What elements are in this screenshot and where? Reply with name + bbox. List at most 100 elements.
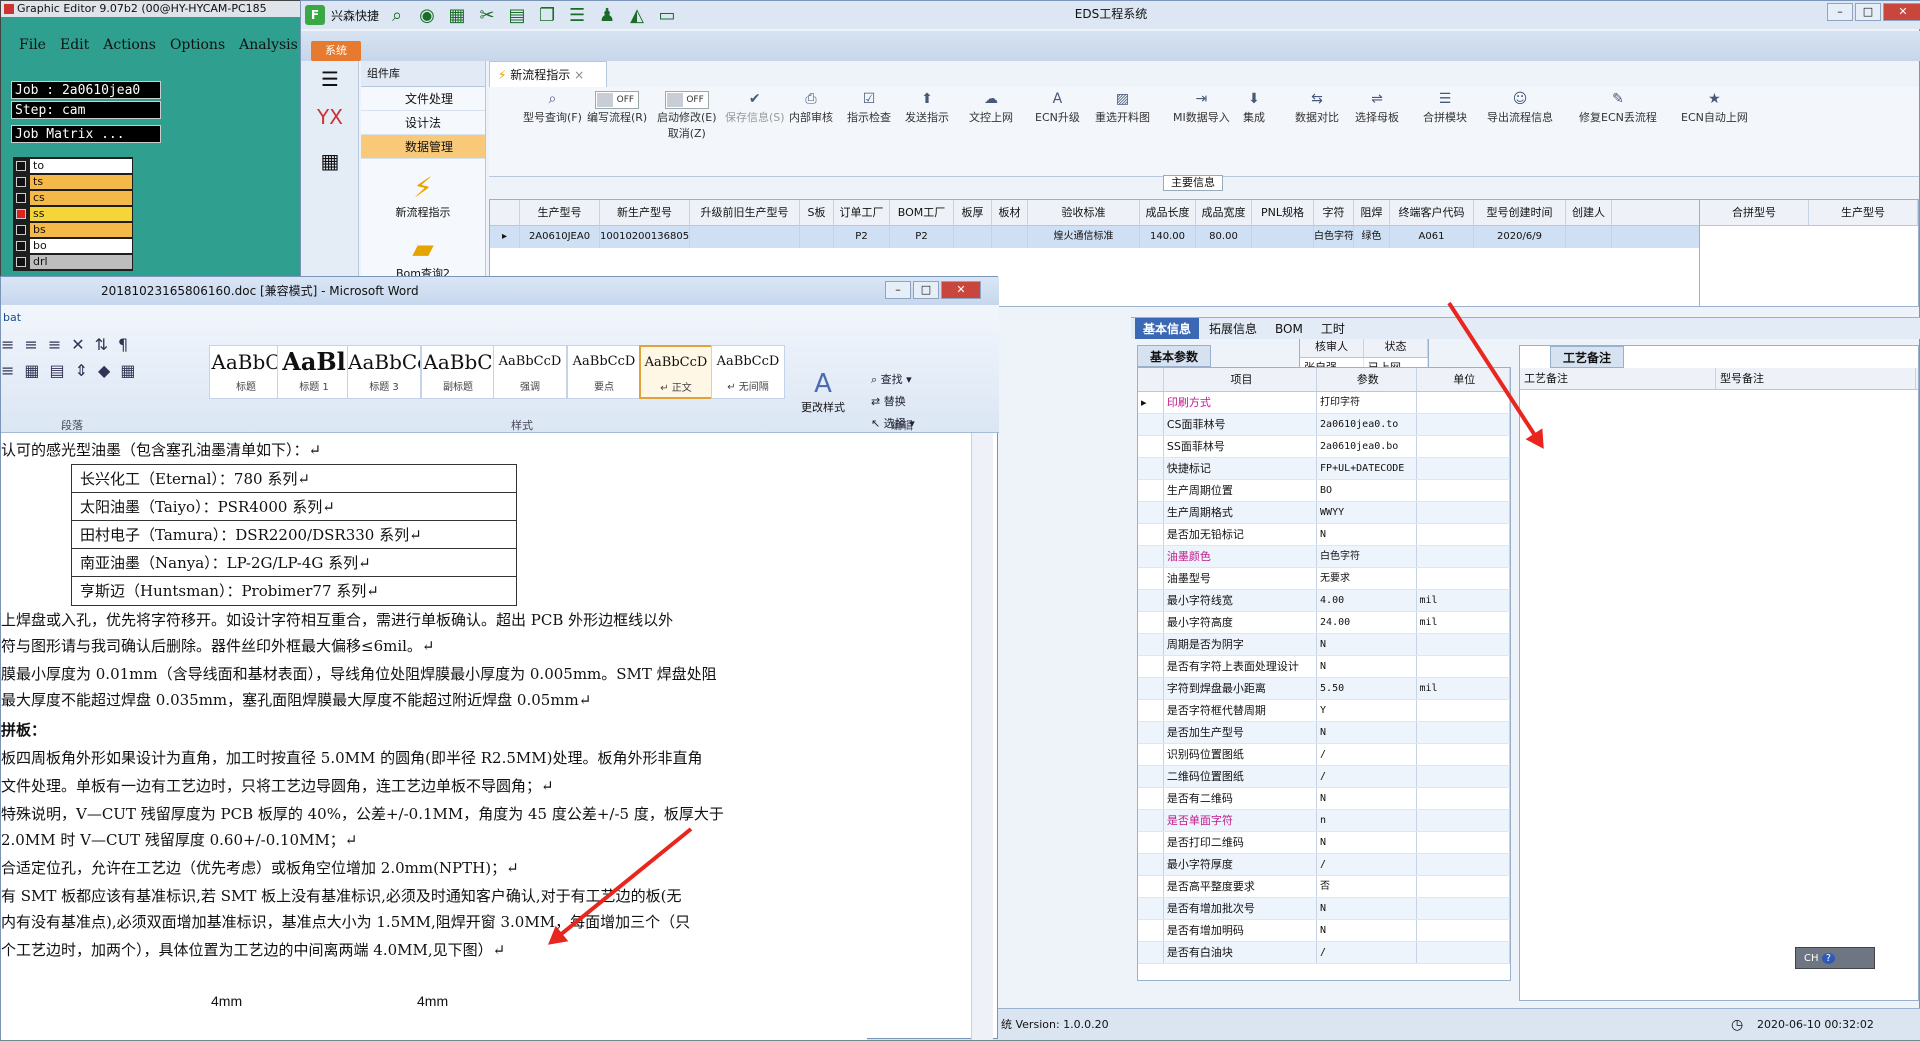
toolbar-button[interactable]: ★ ECN自动上网	[1681, 91, 1748, 125]
row-selector-icon[interactable]: ▸	[490, 226, 520, 248]
toggle-switch[interactable]: OFF	[595, 91, 640, 109]
param-value[interactable]: /	[1317, 766, 1417, 787]
table-row[interactable]: 识别码位置图纸 /	[1138, 744, 1510, 766]
grid-cell[interactable]: A061	[1390, 226, 1474, 248]
list-icon[interactable]: ☰	[565, 4, 589, 26]
tab-basic-params[interactable]: 基本参数	[1137, 345, 1212, 367]
layer-checkbox[interactable]	[16, 177, 26, 187]
table-row[interactable]: 生产周期位置 BO	[1138, 480, 1510, 502]
job-matrix-button[interactable]: Job Matrix ...	[11, 125, 161, 143]
component-item-file[interactable]: 文件处理	[361, 87, 485, 111]
table-row[interactable]: SS面菲林号 2a0610jea0.bo	[1138, 436, 1510, 458]
tab-work-hours[interactable]: 工时	[1313, 318, 1353, 339]
table-row[interactable]: 是否有白油块 /	[1138, 942, 1510, 964]
param-value[interactable]: N	[1317, 524, 1417, 545]
column-header[interactable]: 生产型号	[520, 200, 600, 225]
menu-actions[interactable]: Actions	[103, 37, 156, 53]
column-header[interactable]: S板	[800, 200, 834, 225]
component-item-design[interactable]: 设计法	[361, 111, 485, 135]
row-selector[interactable]	[1138, 568, 1164, 589]
table-row[interactable]: 是否单面字符 n	[1138, 810, 1510, 832]
param-value[interactable]: 4.00	[1317, 590, 1417, 611]
row-selector[interactable]	[1138, 942, 1164, 963]
style-gallery-item[interactable]: AaBbCcD ↵ 正文	[639, 345, 713, 399]
calculator-icon[interactable]: ▦	[311, 149, 349, 179]
params-column-header[interactable]: 参数	[1317, 368, 1417, 391]
grid-cell[interactable]	[1252, 226, 1314, 248]
table-row[interactable]: 最小字符厚度 /	[1138, 854, 1510, 876]
table-row[interactable]: 是否加无铅标记 N	[1138, 524, 1510, 546]
layer-row[interactable]: to	[14, 158, 132, 174]
style-gallery-item[interactable]: AaBbC 副标题	[421, 345, 495, 399]
toolbar-button[interactable]: ✔ 保存信息(S)	[725, 91, 785, 125]
system-button[interactable]: 系统	[311, 41, 361, 61]
word-maximize-button[interactable]: □	[913, 281, 939, 299]
layer-row[interactable]: bs	[14, 222, 132, 238]
column-header[interactable]: 终端客户代码	[1390, 200, 1474, 225]
menu-icon[interactable]: ☰	[311, 67, 349, 97]
row-selector[interactable]	[1138, 920, 1164, 941]
layer-checkbox[interactable]	[16, 257, 26, 267]
row-selector[interactable]	[1138, 810, 1164, 831]
param-value[interactable]: N	[1317, 788, 1417, 809]
toolbar-button[interactable]: A ECN升级	[1035, 91, 1080, 125]
param-value[interactable]: WWYY	[1317, 502, 1417, 523]
column-header[interactable]: 升级前旧生产型号	[690, 200, 800, 225]
grid-cell[interactable]	[690, 226, 800, 248]
param-value[interactable]: Y	[1317, 700, 1417, 721]
table-row[interactable]: 油墨颜色 白色字符	[1138, 546, 1510, 568]
table-row[interactable]: 是否打印二维码 N	[1138, 832, 1510, 854]
table-row[interactable]: ▸ 2A0610JEA0 10010200136805 P2 P2 煌火通信标准 140.0…	[490, 226, 1788, 248]
table-row[interactable]: 是否加生产型号 N	[1138, 722, 1510, 744]
layer-row[interactable]: ss	[14, 206, 132, 222]
row-selector[interactable]	[1138, 832, 1164, 853]
row-selector[interactable]: ▸	[1138, 392, 1164, 413]
table-row[interactable]: 是否高平整度要求否	[1138, 876, 1510, 898]
grid-icon[interactable]: ▦	[445, 4, 469, 26]
row-selector[interactable]	[1138, 766, 1164, 787]
layer-row[interactable]: cs	[14, 190, 132, 206]
toolbar-button[interactable]: ▨ 重选开料图	[1095, 91, 1150, 125]
row-selector[interactable]	[1138, 458, 1164, 479]
table-row[interactable]: 是否字符框代替周期 Y	[1138, 700, 1510, 722]
layer-checkbox[interactable]	[16, 161, 26, 171]
column-header[interactable]: 板材	[992, 200, 1028, 225]
tab-new-flow[interactable]: ⚡ 新流程指示 ×	[489, 61, 607, 87]
toggle-switch[interactable]: OFF	[664, 91, 709, 109]
param-value[interactable]: 白色字符	[1317, 546, 1417, 567]
ime-indicator[interactable]: CH ?	[1795, 947, 1875, 969]
param-value[interactable]: 2a0610jea0.to	[1317, 414, 1417, 435]
param-value[interactable]: /	[1317, 744, 1417, 765]
table-row[interactable]: 是否有字符上表面处理设计 N	[1138, 656, 1510, 678]
column-header[interactable]: 板厚	[954, 200, 992, 225]
tab-bom[interactable]: BOM	[1267, 318, 1311, 339]
param-value[interactable]: N	[1317, 634, 1417, 655]
row-selector[interactable]	[1138, 524, 1164, 545]
table-row[interactable]: 油墨型号 无要求	[1138, 568, 1510, 590]
document-body[interactable]: 认可的感光型油墨（包含塞孔油墨清单如下）：↵ 长兴化工（Eternal）：780 …	[1, 433, 867, 1040]
param-value[interactable]: 24.00	[1317, 612, 1417, 633]
row-selector[interactable]	[1138, 722, 1164, 743]
row-selector[interactable]	[1138, 634, 1164, 655]
table-row[interactable]: 是否有二维码 N	[1138, 788, 1510, 810]
row-selector[interactable]	[1138, 612, 1164, 633]
row-selector[interactable]	[1138, 414, 1164, 435]
grid-cell[interactable]: 140.00	[1140, 226, 1196, 248]
toolbar-button[interactable]: ☰ 合拼模块	[1423, 91, 1467, 125]
toolbar-button[interactable]: OFF 编写流程(R)	[587, 91, 647, 125]
style-gallery-item[interactable]: AaBbCcD ↵ 无间隔	[711, 345, 785, 399]
param-value[interactable]: /	[1317, 854, 1417, 875]
toolbar-button[interactable]: ☁ 文控上网	[969, 91, 1013, 125]
style-gallery-item[interactable]: AaBbC 标题	[209, 345, 283, 399]
row-selector[interactable]	[1138, 590, 1164, 611]
ribbon-tab[interactable]: bat	[3, 311, 21, 324]
param-value[interactable]: N	[1317, 920, 1417, 941]
word-close-button[interactable]: ✕	[941, 281, 981, 299]
toolbar-button[interactable]: ✎ 修复ECN丢流程	[1579, 91, 1657, 125]
layer-row[interactable]: ts	[14, 174, 132, 190]
grid-cell[interactable]: 煌火通信标准	[1028, 226, 1140, 248]
row-selector[interactable]	[1138, 744, 1164, 765]
close-button[interactable]: ✕	[1883, 3, 1920, 21]
yx-icon[interactable]: YX	[311, 105, 349, 135]
param-value[interactable]: 无要求	[1317, 568, 1417, 589]
